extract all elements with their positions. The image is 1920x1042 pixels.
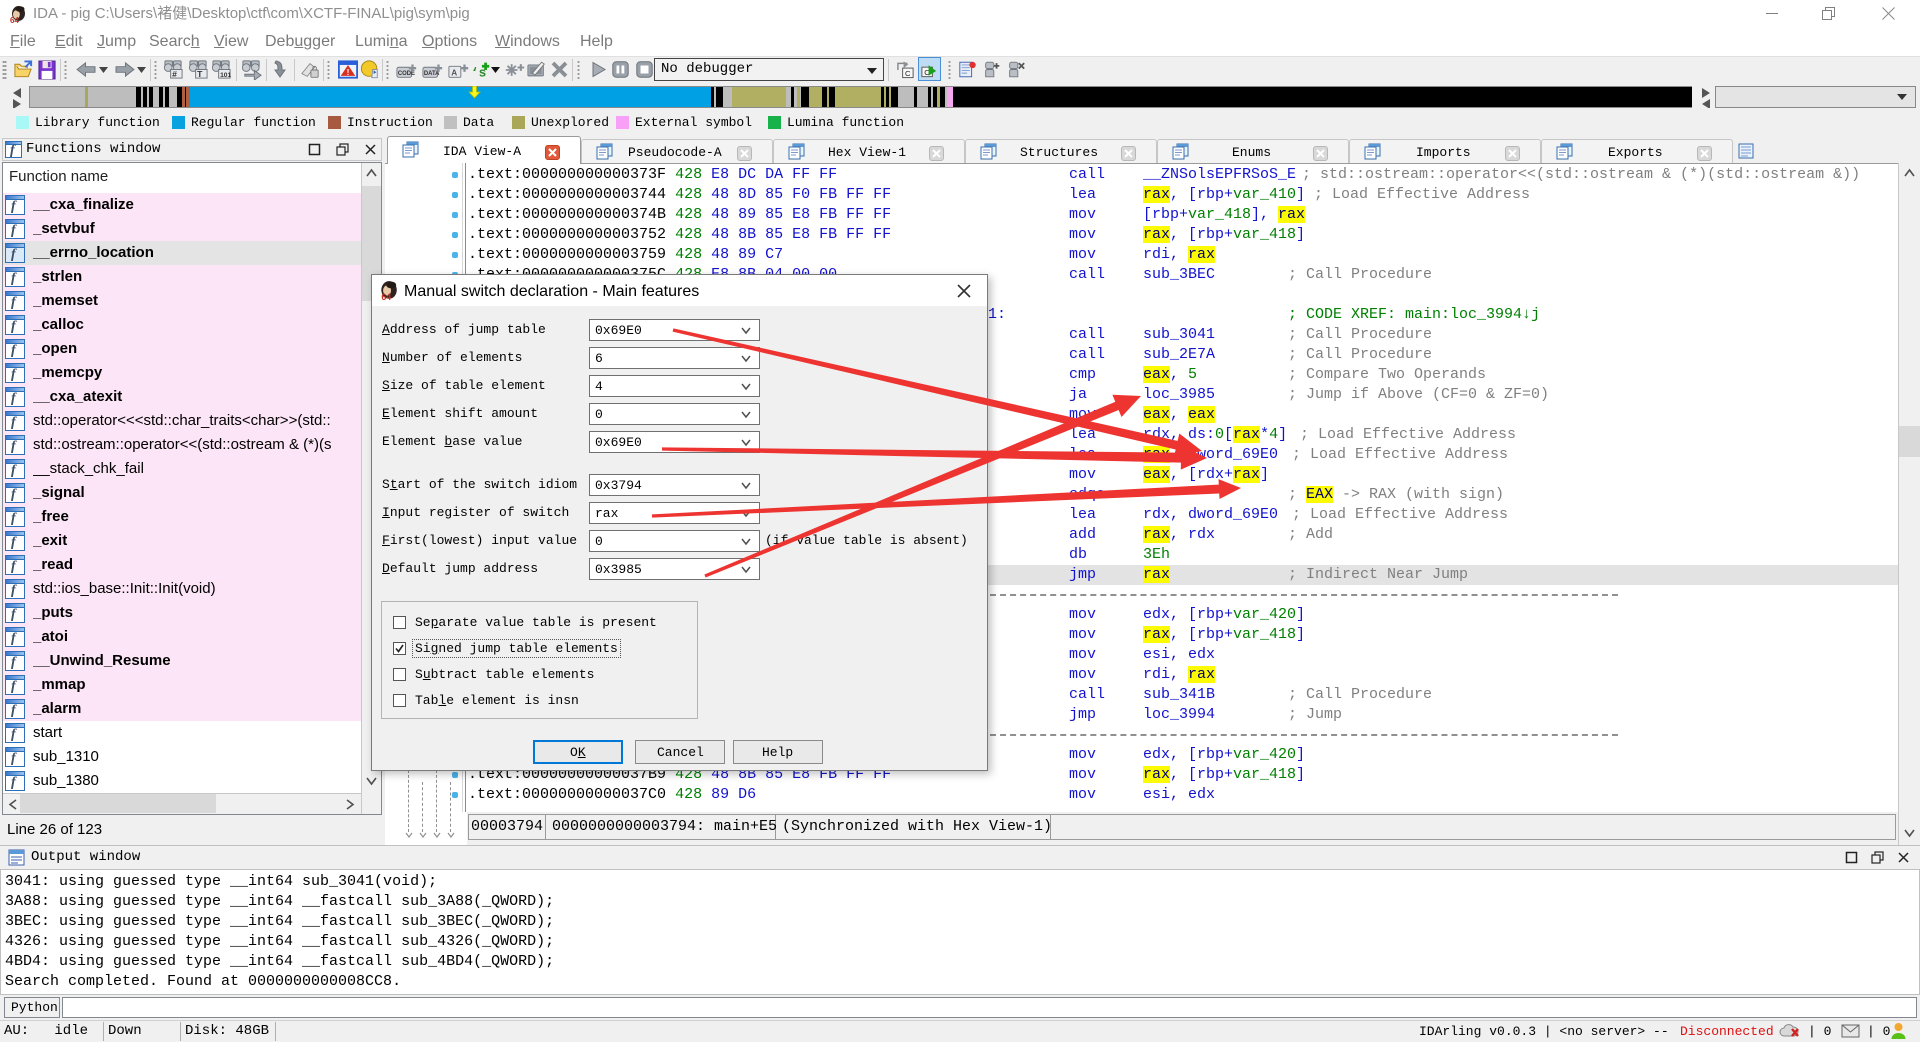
svg-text:64: 64 xyxy=(381,292,391,301)
svg-text:C: C xyxy=(905,69,911,78)
svg-text:64: 64 xyxy=(10,16,19,24)
svg-text:101: 101 xyxy=(220,72,231,79)
svg-text:CODE: CODE xyxy=(398,71,415,77)
svg-text:#: # xyxy=(172,69,177,79)
svg-text:!: ! xyxy=(347,68,350,77)
svg-text:T: T xyxy=(197,69,203,79)
svg-text:DATA: DATA xyxy=(424,71,440,77)
svg-text:A: A xyxy=(451,69,457,78)
